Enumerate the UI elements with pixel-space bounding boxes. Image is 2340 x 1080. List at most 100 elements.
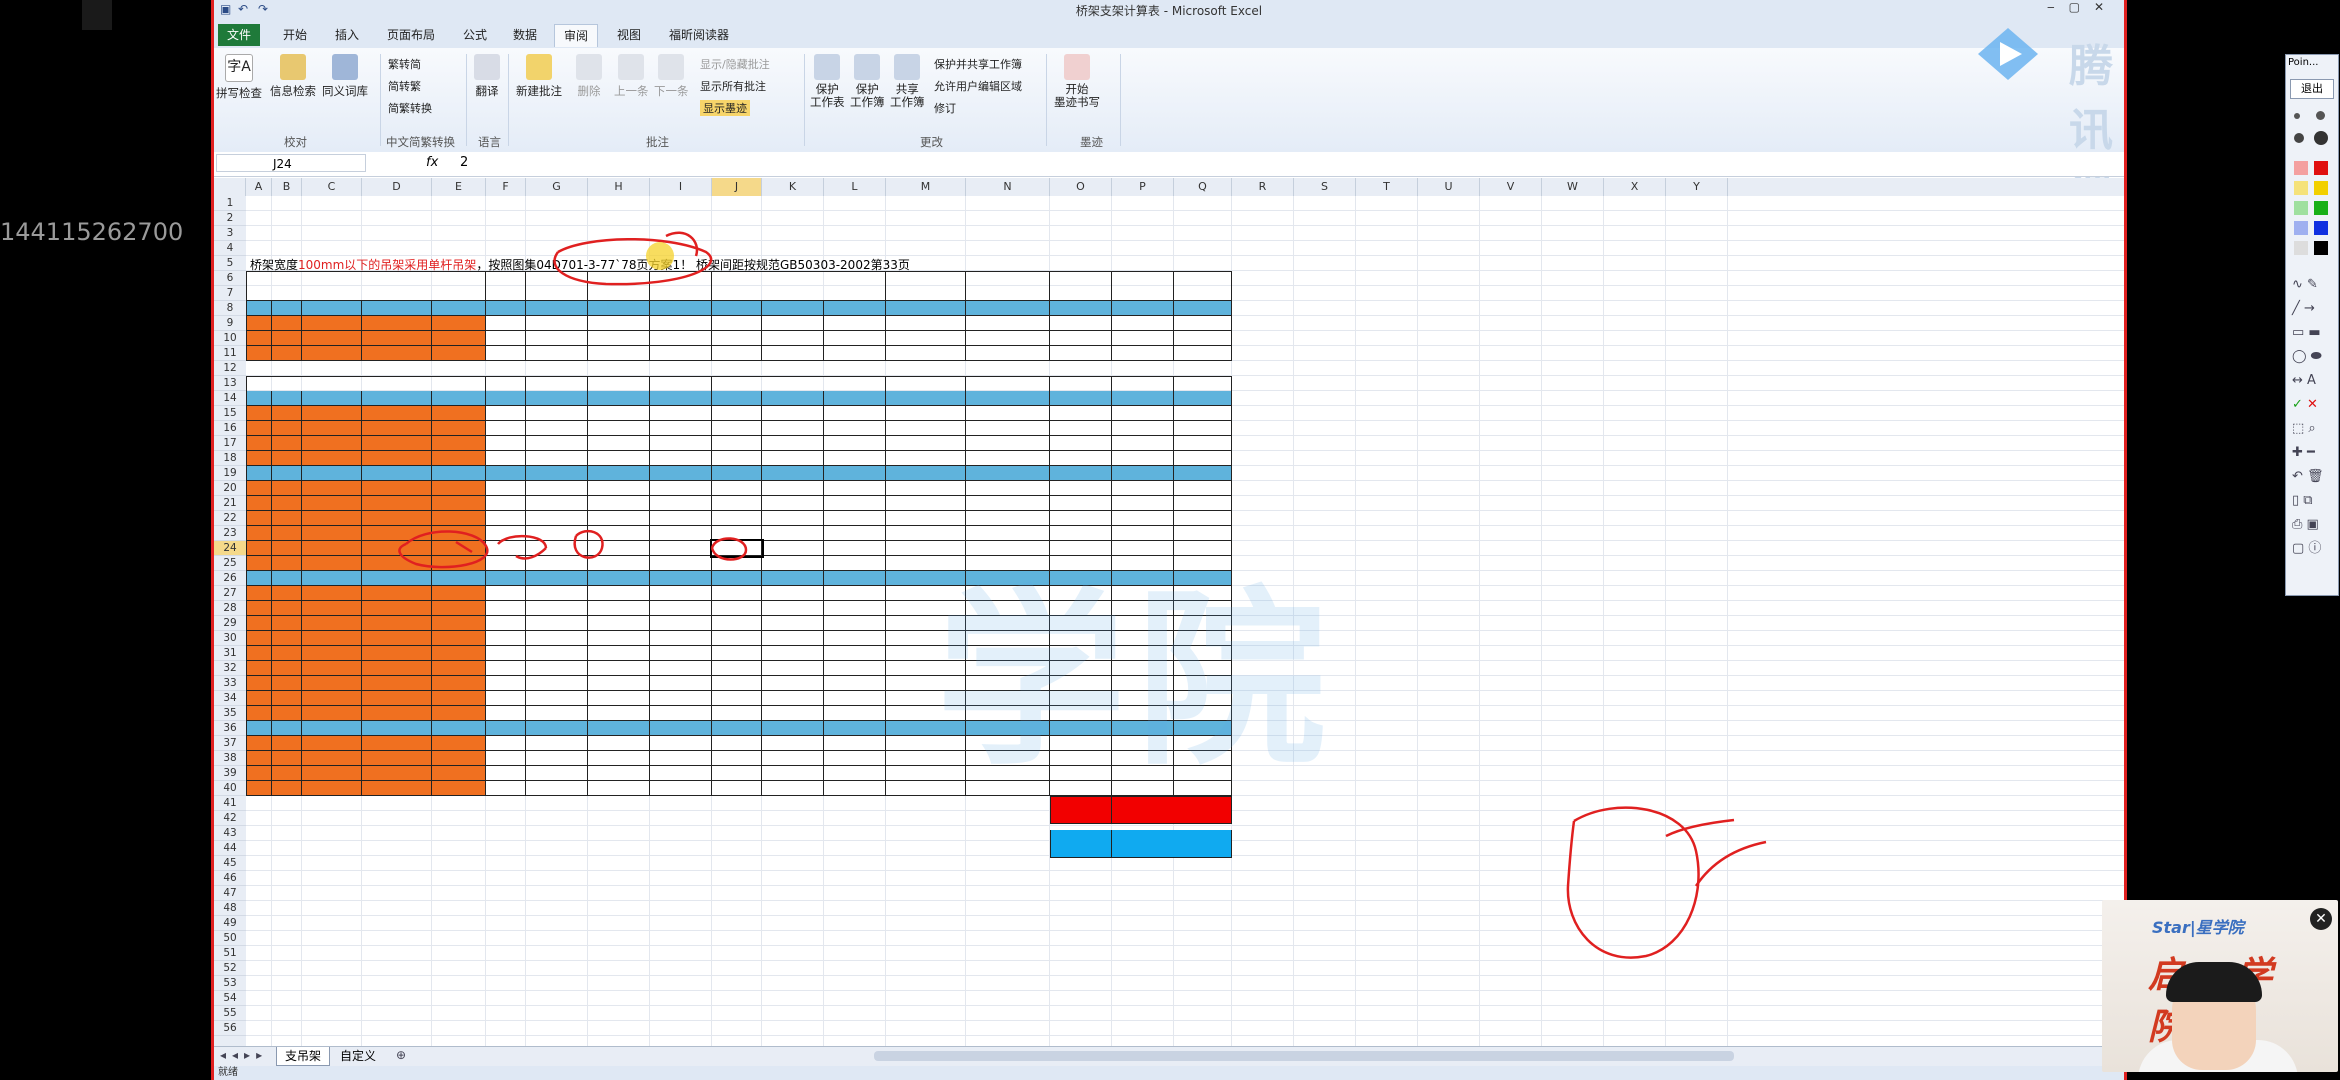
data-cell[interactable]	[246, 421, 272, 436]
data-cell[interactable]	[486, 766, 526, 781]
row-header[interactable]: 20	[214, 481, 246, 496]
data-cell[interactable]	[712, 661, 762, 676]
data-cell[interactable]	[712, 316, 762, 331]
data-cell[interactable]	[432, 481, 486, 496]
data-cell[interactable]	[302, 556, 362, 571]
show-ink-button[interactable]: 显示墨迹	[700, 100, 750, 116]
data-cell[interactable]	[712, 676, 762, 691]
data-cell[interactable]	[486, 706, 526, 721]
tab-view[interactable]: 视图	[608, 24, 650, 46]
data-cell[interactable]	[246, 541, 272, 556]
data-cell[interactable]	[650, 331, 712, 346]
data-cell[interactable]	[1050, 331, 1112, 346]
text-tool-icon[interactable]: ↔ A	[2292, 369, 2336, 393]
data-cell[interactable]	[432, 736, 486, 751]
row-header[interactable]: 50	[214, 931, 246, 946]
data-cell[interactable]	[824, 631, 886, 646]
data-cell[interactable]	[762, 436, 824, 451]
data-cell[interactable]	[712, 631, 762, 646]
data-cell[interactable]	[1050, 481, 1112, 496]
data-cell[interactable]	[762, 346, 824, 361]
data-cell[interactable]	[712, 781, 762, 796]
data-cell[interactable]	[246, 556, 272, 571]
data-cell[interactable]	[486, 421, 526, 436]
data-cell[interactable]	[886, 316, 966, 331]
data-cell[interactable]	[486, 736, 526, 751]
data-cell[interactable]	[1174, 511, 1232, 526]
data-cell[interactable]	[246, 631, 272, 646]
data-cell[interactable]	[486, 751, 526, 766]
data-cell[interactable]	[246, 496, 272, 511]
data-cell[interactable]	[272, 556, 302, 571]
data-cell[interactable]	[824, 526, 886, 541]
data-cell[interactable]	[526, 736, 588, 751]
data-cell[interactable]	[712, 496, 762, 511]
data-cell[interactable]	[966, 421, 1050, 436]
data-cell[interactable]	[486, 661, 526, 676]
data-cell[interactable]	[588, 661, 650, 676]
s2t-button[interactable]: 简转繁	[388, 78, 421, 94]
data-cell[interactable]	[246, 436, 272, 451]
column-header[interactable]: S	[1294, 178, 1356, 196]
data-cell[interactable]	[246, 766, 272, 781]
data-cell[interactable]	[966, 331, 1050, 346]
t2s-button[interactable]: 繁转简	[388, 56, 421, 72]
delete-comment-button[interactable]: 删除	[576, 54, 602, 99]
data-cell[interactable]	[486, 676, 526, 691]
data-cell[interactable]	[526, 586, 588, 601]
rectangle-tool-icon[interactable]: ▭ ▬	[2292, 321, 2336, 345]
data-cell[interactable]	[272, 646, 302, 661]
data-cell[interactable]	[824, 481, 886, 496]
data-cell[interactable]	[712, 331, 762, 346]
data-cell[interactable]	[762, 661, 824, 676]
sheet-tab-1[interactable]: 支吊架	[276, 1047, 331, 1066]
data-cell[interactable]	[272, 316, 302, 331]
row-header[interactable]: 4	[214, 241, 246, 256]
data-cell[interactable]	[650, 406, 712, 421]
data-cell[interactable]	[886, 346, 966, 361]
check-cross-icon[interactable]: ✓ ✕	[2292, 393, 2336, 417]
tab-data[interactable]: 数据	[504, 24, 546, 46]
data-cell[interactable]	[362, 676, 432, 691]
data-cell[interactable]	[486, 601, 526, 616]
data-cell[interactable]	[362, 436, 432, 451]
data-cell[interactable]	[486, 646, 526, 661]
row-header[interactable]: 35	[214, 706, 246, 721]
row-header[interactable]: 8	[214, 301, 246, 316]
data-cell[interactable]	[650, 451, 712, 466]
data-cell[interactable]	[246, 616, 272, 631]
data-cell[interactable]	[1050, 346, 1112, 361]
column-header[interactable]: E	[432, 178, 486, 196]
row-header[interactable]: 33	[214, 676, 246, 691]
data-cell[interactable]	[526, 601, 588, 616]
data-cell[interactable]	[272, 541, 302, 556]
row-header[interactable]: 2	[214, 211, 246, 226]
data-cell[interactable]	[824, 616, 886, 631]
data-cell[interactable]	[246, 451, 272, 466]
data-cell[interactable]	[588, 691, 650, 706]
data-cell[interactable]	[272, 691, 302, 706]
data-cell[interactable]	[712, 406, 762, 421]
data-cell[interactable]	[362, 661, 432, 676]
data-cell[interactable]	[272, 331, 302, 346]
data-cell[interactable]	[1112, 481, 1174, 496]
allow-edit-button[interactable]: 允许用户编辑区域	[934, 78, 1022, 94]
tab-foxit[interactable]: 福昕阅读器	[660, 24, 738, 46]
data-cell[interactable]	[650, 556, 712, 571]
column-header[interactable]: Q	[1174, 178, 1232, 196]
data-cell[interactable]	[1174, 316, 1232, 331]
data-cell[interactable]	[824, 406, 886, 421]
row-header[interactable]: 30	[214, 631, 246, 646]
data-cell[interactable]	[650, 661, 712, 676]
data-cell[interactable]	[302, 346, 362, 361]
data-cell[interactable]	[432, 406, 486, 421]
data-cell[interactable]	[432, 496, 486, 511]
row-header[interactable]: 51	[214, 946, 246, 961]
data-cell[interactable]	[362, 586, 432, 601]
column-header[interactable]: J	[712, 178, 762, 196]
column-header[interactable]: P	[1112, 178, 1174, 196]
data-cell[interactable]	[302, 481, 362, 496]
column-header[interactable]: U	[1418, 178, 1480, 196]
data-cell[interactable]	[272, 706, 302, 721]
data-cell[interactable]	[824, 436, 886, 451]
